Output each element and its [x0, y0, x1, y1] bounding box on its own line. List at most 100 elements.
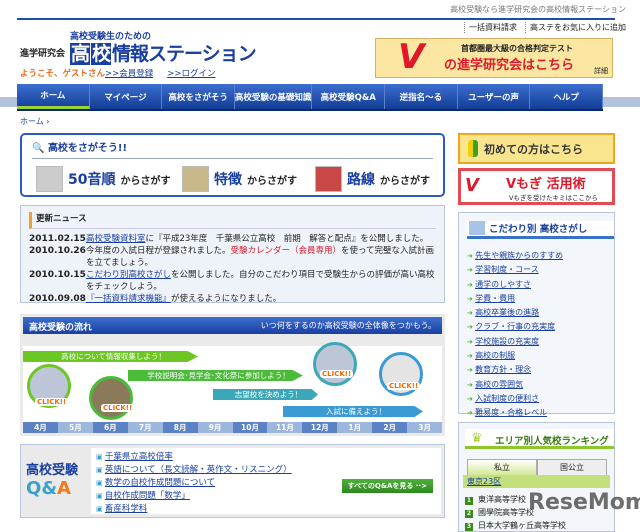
click-badge: CLICK!! — [35, 398, 69, 406]
login-link[interactable]: >>ログイン — [167, 67, 215, 79]
qa-link[interactable]: 畜産科学科 — [105, 504, 148, 514]
area-label: 東京23区 — [463, 475, 610, 488]
ranking-header: ♛ エリア別人気校ランキング — [465, 429, 614, 449]
tab-public[interactable]: 国公立 — [537, 459, 607, 476]
flow-subtitle: いつ何をするのか高校受験の全体像をつかもう。 — [260, 321, 436, 330]
vmogi-guide-button[interactable]: V Vもぎ 活用術 Vもぎを受けたキミはここから — [458, 168, 615, 205]
train-icon — [315, 166, 342, 192]
vmogi-banner[interactable]: V 首都圏最大級の合格判定テスト の進学研究会はこちら 詳細 — [375, 37, 613, 78]
ranking-tabs: 私立 国公立 — [467, 459, 607, 476]
bulk-request-link[interactable]: 一括資料請求 — [464, 22, 517, 33]
crown-icon: ♛ — [471, 431, 483, 446]
nav-home[interactable]: ホーム — [17, 84, 90, 109]
school-name: 日本大学鶴ヶ丘高等学校 — [478, 521, 566, 530]
kodawari-link[interactable]: 学習制度・コース — [475, 265, 539, 274]
nav-qa[interactable]: 高校受験Q&A — [312, 84, 386, 109]
news-link[interactable]: こだわり別高校さがし — [86, 270, 171, 280]
month: 10月 — [232, 422, 268, 433]
logo-org: 進学研究会 — [20, 49, 66, 59]
logo-text: 情報ステーション — [112, 43, 257, 65]
banner-line2: の進学研究会はこちら — [444, 58, 575, 73]
ranking-item[interactable]: 3 日本大学鶴ヶ丘高等学校 — [465, 519, 566, 532]
news-item: 2011.02.15 高校受験資料室に『平成23年度 千葉県公立高校 前期 解答と… — [29, 233, 436, 245]
qa-logo-a: A — [57, 478, 71, 499]
exam-flow: 高校受験の流れ いつ何をするのか高校受験の全体像をつかもう。 高校について情報収集… — [20, 314, 445, 436]
news-text: が使えるようになりました。 — [170, 294, 282, 304]
month: 4月 — [23, 422, 58, 433]
school-photo[interactable] — [313, 342, 357, 386]
step-visit[interactable]: 学校説明会･見学会･文化祭に参加しよう！ — [128, 370, 303, 381]
calendar-link[interactable]: 受験カレンダー（会員専用） — [230, 246, 341, 256]
month: 1月 — [337, 422, 373, 433]
all-qa-button[interactable]: すべてのQ&Aを見る ··> — [341, 479, 433, 493]
qa-link[interactable]: 英語について（長文読解・英作文・リスニング） — [105, 465, 292, 475]
month: 11月 — [267, 422, 303, 433]
qa-logo-q: Q — [26, 478, 42, 499]
rank-badge: 1 — [465, 497, 473, 505]
news-item: 2010.10.15 こだわり別高校さがしを公開しました。自分のこだわり項目で受験… — [29, 269, 436, 293]
nav-mypage[interactable]: マイページ — [90, 84, 163, 109]
site-logo[interactable]: 高校情報ステーション — [70, 39, 257, 66]
kodawari-link[interactable]: 学費・費用 — [475, 294, 515, 303]
search-by-kana[interactable]: 50音順 からさがす — [36, 166, 170, 192]
step-decide[interactable]: 志望校を決めよう！ — [213, 389, 318, 400]
label: 50音順 — [68, 172, 116, 188]
click-badge: CLICK!! — [387, 382, 421, 390]
month: 9月 — [197, 422, 233, 433]
add-favorite-link[interactable]: 高ステをお気に入りに追加 — [525, 22, 626, 33]
label: 路線 — [347, 172, 375, 188]
kodawari-link[interactable]: 通学のしやすさ — [475, 280, 531, 289]
nav-help[interactable]: ヘルプ — [530, 84, 603, 109]
news-box: 更新ニュース 2011.02.15 高校受験資料室に『平成23年度 千葉県公立高校… — [20, 205, 445, 304]
kodawari-link[interactable]: 高校卒業後の進路 — [475, 308, 539, 317]
qa-link[interactable]: 数学の自校作成問題について — [105, 478, 215, 488]
nav-search-school[interactable]: 高校をさがそう — [162, 84, 235, 109]
click-badge: CLICK!! — [101, 404, 135, 412]
kodawari-link[interactable]: 先生や親族からのすすめ — [475, 251, 563, 260]
kodawari-link[interactable]: 高校の雰囲気 — [475, 380, 523, 389]
kodawari-link[interactable]: 学校施設の充実度 — [475, 337, 539, 346]
news-link[interactable]: 高校受験資料室 — [86, 234, 146, 244]
vmogi-logo: V — [465, 175, 479, 196]
tab-private[interactable]: 私立 — [467, 459, 537, 476]
qa-link[interactable]: 千葉県立高校倍率 — [105, 452, 173, 462]
school-building-icon: こだわり別 高校さがし — [467, 221, 614, 239]
step-prepare[interactable]: 入試に備えよう！ — [283, 406, 423, 417]
kodawari-link[interactable]: 教育方針・理念 — [475, 365, 531, 374]
news-date: 2010.10.26 — [29, 246, 86, 256]
kodawari-link[interactable]: 難易度・合格レベル — [475, 408, 547, 417]
kodawari-link[interactable]: 入試制度の便利さ — [475, 394, 539, 403]
flow-stage: 高校について情報収集しよう！ 学校説明会･見学会･文化祭に参加しよう！ 志望校を… — [23, 342, 442, 426]
beginner-mark-icon — [468, 140, 478, 157]
search-title-text: 高校をさがそう!! — [47, 143, 128, 154]
news-link[interactable]: 『一括資料請求機能』 — [86, 294, 171, 304]
step-info[interactable]: 高校について情報収集しよう！ — [23, 351, 198, 362]
nav-reverse[interactable]: 逆指名～る — [385, 84, 458, 109]
kodawari-link[interactable]: 高校の制服 — [475, 351, 515, 360]
qa-link[interactable]: 自校作成問題「数学」 — [105, 491, 190, 501]
flow-header: 高校受験の流れ いつ何をするのか高校受験の全体像をつかもう。 — [23, 317, 442, 334]
nav-voices[interactable]: ユーザーの声 — [458, 84, 531, 109]
breadcrumb[interactable]: ホーム › — [20, 116, 50, 127]
school-name: 東洋高等学校 — [478, 495, 526, 504]
register-link[interactable]: >>会員登録 — [105, 67, 153, 79]
classroom-icon — [182, 166, 209, 192]
classroom-photo[interactable] — [89, 376, 133, 420]
search-by-line[interactable]: 路線 からさがす — [315, 166, 430, 192]
qa-box: 高校受験Q&A 千葉県立高校倍率 英語について（長文読解・英作文・リスニング） … — [20, 444, 445, 518]
watermark: ReseMom — [528, 490, 640, 515]
search-by-feature[interactable]: 特徴 からさがす — [182, 166, 297, 192]
kodawari-link[interactable]: クラブ・行事の充実度 — [475, 322, 555, 331]
qa-logo-amp: & — [41, 478, 58, 499]
logo-char: 校 — [91, 43, 111, 65]
month: 2月 — [372, 422, 408, 433]
divider — [17, 18, 615, 20]
news-text: 今年度の入試日程が登録されました。 — [85, 246, 231, 256]
month-bar: 4月 5月 6月 7月 8月 9月 10月 11月 12月 1月 2月 3月 — [23, 422, 443, 433]
label: からさがす — [380, 175, 430, 187]
month: 12月 — [302, 422, 338, 433]
first-time-button[interactable]: 初めての方はこちら — [458, 133, 615, 164]
nav-basics[interactable]: 高校受験の基礎知識 — [235, 84, 313, 109]
area-link[interactable]: 東京23区 — [467, 477, 501, 486]
month: 5月 — [57, 422, 93, 433]
